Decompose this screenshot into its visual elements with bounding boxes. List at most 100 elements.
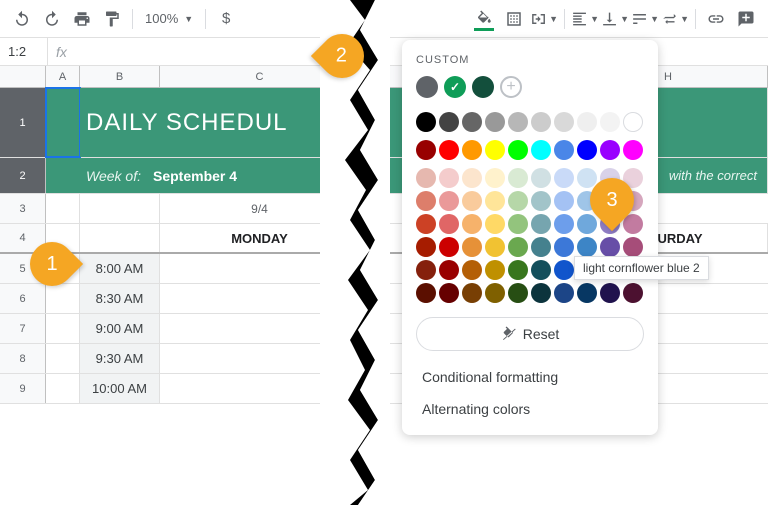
row-header-5[interactable]: 5 <box>0 254 46 283</box>
color-swatch[interactable] <box>554 283 574 303</box>
cell-c4[interactable]: MONDAY <box>160 224 360 252</box>
cell-a1[interactable] <box>46 88 80 157</box>
print-button[interactable] <box>68 5 96 33</box>
color-swatch[interactable] <box>531 260 551 280</box>
color-swatch[interactable] <box>623 237 643 257</box>
zoom-dropdown[interactable]: 100%▼ <box>139 11 199 26</box>
color-swatch[interactable] <box>508 214 528 234</box>
add-custom-color-button[interactable]: + <box>500 76 522 98</box>
color-swatch[interactable] <box>416 168 436 188</box>
color-swatch[interactable] <box>462 140 482 160</box>
color-swatch[interactable] <box>439 168 459 188</box>
color-swatch[interactable] <box>531 191 551 211</box>
color-swatch[interactable] <box>485 260 505 280</box>
paint-format-button[interactable] <box>98 5 126 33</box>
cell-a8[interactable] <box>46 344 80 373</box>
cell-b7[interactable]: 9:00 AM <box>80 314 160 343</box>
color-swatch[interactable] <box>439 140 459 160</box>
color-swatch[interactable] <box>485 168 505 188</box>
color-swatch[interactable] <box>416 140 436 160</box>
merge-cells-button[interactable]: ▼ <box>530 5 558 33</box>
color-swatch[interactable] <box>577 283 597 303</box>
color-swatch[interactable] <box>462 191 482 211</box>
cell-b5[interactable]: 8:00 AM <box>80 254 160 283</box>
color-swatch[interactable] <box>577 112 597 132</box>
color-swatch[interactable] <box>485 237 505 257</box>
color-swatch[interactable] <box>462 112 482 132</box>
fill-color-button[interactable] <box>470 5 498 33</box>
color-swatch[interactable] <box>416 283 436 303</box>
color-swatch[interactable] <box>554 214 574 234</box>
custom-color-swatch[interactable] <box>444 76 466 98</box>
color-swatch[interactable] <box>623 140 643 160</box>
color-swatch[interactable] <box>600 140 620 160</box>
color-swatch[interactable] <box>531 237 551 257</box>
color-swatch[interactable] <box>416 112 436 132</box>
cell-c6[interactable] <box>160 284 360 313</box>
color-swatch[interactable] <box>508 283 528 303</box>
column-header-c[interactable]: C <box>160 66 360 87</box>
cell-c9[interactable] <box>160 374 360 403</box>
color-swatch[interactable] <box>577 237 597 257</box>
color-swatch[interactable] <box>554 191 574 211</box>
color-swatch[interactable] <box>439 260 459 280</box>
cell-c8[interactable] <box>160 344 360 373</box>
insert-comment-button[interactable] <box>732 5 760 33</box>
color-swatch[interactable] <box>600 191 620 211</box>
color-swatch[interactable] <box>531 214 551 234</box>
cell-b3[interactable] <box>80 194 160 223</box>
cell-b8[interactable]: 9:30 AM <box>80 344 160 373</box>
column-header-b[interactable]: B <box>80 66 160 87</box>
horizontal-align-button[interactable]: ▼ <box>571 5 599 33</box>
color-swatch[interactable] <box>600 168 620 188</box>
color-swatch[interactable] <box>600 112 620 132</box>
cell-week-of[interactable]: Week of: September 4 <box>80 158 320 193</box>
insert-link-button[interactable] <box>702 5 730 33</box>
color-swatch[interactable] <box>554 168 574 188</box>
color-swatch[interactable] <box>462 168 482 188</box>
color-swatch[interactable] <box>531 168 551 188</box>
color-swatch[interactable] <box>508 191 528 211</box>
color-swatch[interactable] <box>439 237 459 257</box>
color-swatch[interactable] <box>623 112 643 132</box>
row-header-2[interactable]: 2 <box>0 158 46 193</box>
color-swatch[interactable] <box>439 112 459 132</box>
color-swatch[interactable] <box>600 237 620 257</box>
cell-a4[interactable] <box>46 224 80 252</box>
borders-button[interactable] <box>500 5 528 33</box>
color-swatch[interactable] <box>577 168 597 188</box>
currency-button[interactable]: $ <box>212 5 240 33</box>
cell-a3[interactable] <box>46 194 80 223</box>
color-swatch[interactable] <box>485 214 505 234</box>
color-swatch[interactable] <box>508 237 528 257</box>
color-swatch[interactable] <box>554 140 574 160</box>
cell-b4[interactable] <box>80 224 160 252</box>
color-swatch[interactable] <box>508 140 528 160</box>
color-swatch[interactable] <box>462 237 482 257</box>
color-swatch[interactable] <box>554 237 574 257</box>
color-swatch[interactable] <box>623 283 643 303</box>
color-swatch[interactable] <box>485 140 505 160</box>
cell-a7[interactable] <box>46 314 80 343</box>
cell-c3[interactable]: 9/4 <box>160 194 360 223</box>
text-rotation-button[interactable]: ▼ <box>661 5 689 33</box>
color-swatch[interactable] <box>531 112 551 132</box>
color-swatch[interactable] <box>485 283 505 303</box>
color-swatch[interactable] <box>531 140 551 160</box>
row-header-6[interactable]: 6 <box>0 284 46 313</box>
color-swatch[interactable] <box>508 260 528 280</box>
color-swatch[interactable] <box>508 112 528 132</box>
redo-button[interactable] <box>38 5 66 33</box>
color-swatch[interactable] <box>623 168 643 188</box>
color-swatch[interactable] <box>554 112 574 132</box>
color-swatch[interactable] <box>485 112 505 132</box>
color-swatch[interactable] <box>439 283 459 303</box>
row-header-8[interactable]: 8 <box>0 344 46 373</box>
cell-hint-left[interactable]: C <box>320 158 380 193</box>
color-swatch[interactable] <box>416 214 436 234</box>
cell-a6[interactable] <box>46 284 80 313</box>
color-swatch[interactable] <box>416 237 436 257</box>
cell-b6[interactable]: 8:30 AM <box>80 284 160 313</box>
vertical-align-button[interactable]: ▼ <box>601 5 629 33</box>
color-swatch[interactable] <box>462 260 482 280</box>
